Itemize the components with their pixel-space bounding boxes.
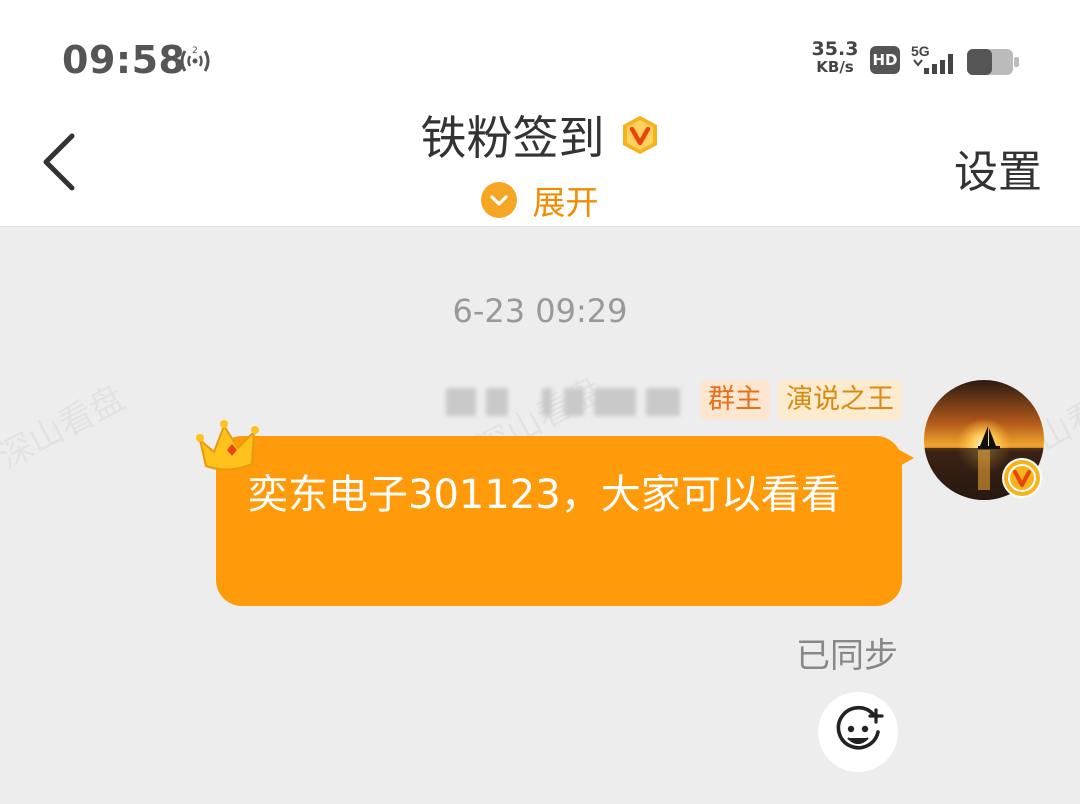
battery-icon — [967, 49, 1019, 75]
verified-v-icon — [622, 116, 657, 154]
status-time: 09:58 — [62, 38, 186, 82]
group-title: 铁粉签到 — [420, 111, 605, 165]
network-speed-unit: KB/s — [816, 58, 854, 76]
speech-king-badge: 演说之王 — [778, 380, 902, 420]
message-bubble-tail — [896, 448, 914, 468]
svg-text:2: 2 — [192, 46, 198, 56]
emoji-reaction-button[interactable] — [818, 692, 898, 772]
crown-icon — [196, 420, 259, 471]
settings-button[interactable]: 设置 — [954, 136, 1042, 200]
chevron-down-icon — [481, 182, 518, 218]
network-speed: 35.3 KB/s — [808, 38, 862, 77]
expand-toggle[interactable]: 展开 — [0, 176, 1080, 224]
nfc-icon: 2 — [180, 46, 210, 72]
message-timestamp: 6-23 09:29 — [452, 292, 628, 330]
sender-name-blurred — [446, 380, 684, 420]
network-speed-value: 35.3 — [811, 38, 859, 60]
title-wrap: 铁粉签到 — [0, 102, 1080, 168]
signal-5g-icon: 5G — [911, 43, 953, 74]
sync-status: 已同步 — [796, 636, 898, 676]
svg-text:5G: 5G — [911, 43, 930, 59]
expand-label: 展开 — [532, 183, 599, 222]
chat-header: 铁粉签到 展开 设置 — [0, 100, 1080, 227]
smiley-add-icon — [836, 705, 884, 750]
hd-icon: HD — [870, 46, 900, 74]
status-bar: 09:58 2 35.3 KB/s HD 5G — [0, 0, 1080, 100]
watermark: 深山看盘 — [0, 371, 132, 478]
message-text: 奕东电子301123，大家可以看看 — [248, 472, 841, 518]
group-owner-badge: 群主 — [700, 380, 770, 420]
verified-v-icon — [1002, 458, 1042, 498]
